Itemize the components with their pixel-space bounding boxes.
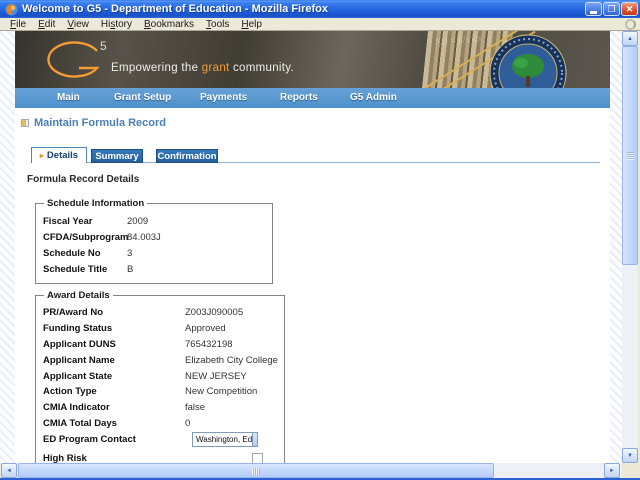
scroll-up-icon[interactable]: ▲ <box>622 31 638 46</box>
field-row: ED Program Contact Washington, Ed <box>42 431 278 447</box>
tab-arrow-icon <box>40 150 47 161</box>
svg-text:5: 5 <box>100 39 107 53</box>
window-title: Welcome to G5 - Department of Education … <box>22 3 328 15</box>
menu-edit[interactable]: Edit <box>32 19 61 30</box>
applicant-duns-value: 765432198 <box>185 339 233 350</box>
action-type-value: New Competition <box>185 386 257 397</box>
chevron-down-icon <box>252 433 258 446</box>
cfda-subprogram-value: 84.003J <box>127 232 161 243</box>
nav-main[interactable]: Main <box>57 92 80 103</box>
schedule-information-legend: Schedule Information <box>44 198 147 209</box>
nav-payments[interactable]: Payments <box>200 92 247 103</box>
menu-help[interactable]: Help <box>235 19 268 30</box>
nav-grant-setup[interactable]: Grant Setup <box>114 92 171 103</box>
field-row: Schedule Title B <box>42 261 266 277</box>
menu-history[interactable]: History <box>95 19 138 30</box>
high-risk-checkbox[interactable] <box>252 453 263 463</box>
page-viewport: f(x) = ∫√x dx 5 Empowering the grant com… <box>0 31 622 463</box>
browser-window: Welcome to G5 - Department of Education … <box>0 0 640 480</box>
menu-bar: File Edit View History Bookmarks Tools H… <box>0 18 640 31</box>
menu-view[interactable]: View <box>61 19 95 30</box>
menu-tools[interactable]: Tools <box>200 19 235 30</box>
horizontal-scrollbar[interactable]: ◄ ► <box>1 463 622 478</box>
field-row: Action Type New Competition <box>42 384 278 400</box>
applicant-name-value: Elizabeth City College <box>185 355 278 366</box>
field-row: Applicant State NEW JERSEY <box>42 368 278 384</box>
record-icon <box>21 119 29 127</box>
menu-file[interactable]: File <box>4 19 32 30</box>
banner-tagline: Empowering the grant community. <box>111 62 294 74</box>
schedule-information-group: Schedule Information Fiscal Year 2009 CF… <box>35 198 273 284</box>
minimize-icon <box>590 11 597 14</box>
field-row: Applicant DUNS 765432198 <box>42 337 278 353</box>
content-area: Maintain Formula Record Details Summary … <box>15 108 610 463</box>
page-title: Maintain Formula Record <box>21 117 166 129</box>
funding-status-value: Approved <box>185 323 226 334</box>
nav-g5-admin[interactable]: G5 Admin <box>350 92 397 103</box>
menu-bookmarks[interactable]: Bookmarks <box>138 19 200 30</box>
award-details-legend: Award Details <box>44 290 113 301</box>
tab-summary[interactable]: Summary <box>91 149 143 163</box>
minimize-button[interactable] <box>585 2 602 16</box>
ed-seal-icon <box>488 33 568 88</box>
field-row: PR/Award No Z003J090005 <box>42 305 278 321</box>
field-row: Fiscal Year 2009 <box>42 213 266 229</box>
field-row: High Risk <box>42 450 278 463</box>
ed-program-contact-select[interactable]: Washington, Ed <box>192 432 258 447</box>
site-container: f(x) = ∫√x dx 5 Empowering the grant com… <box>15 31 610 463</box>
firefox-icon <box>5 3 18 16</box>
g5-banner: f(x) = ∫√x dx 5 Empowering the grant com… <box>15 31 610 88</box>
tab-details[interactable]: Details <box>31 147 87 163</box>
field-row: CFDA/Subprogram 84.003J <box>42 229 266 245</box>
tab-confirmation[interactable]: Confirmation <box>156 149 218 163</box>
title-bar[interactable]: Welcome to G5 - Department of Education … <box>0 0 640 18</box>
g5-logo: 5 <box>45 38 113 82</box>
tab-strip: Details Summary Confirmation <box>31 147 600 163</box>
pr-award-no-value: Z003J090005 <box>185 307 243 318</box>
schedule-title-value: B <box>127 264 133 275</box>
field-row: CMIA Indicator false <box>42 400 278 416</box>
cmia-indicator-value: false <box>185 402 205 413</box>
cmia-total-days-value: 0 <box>185 418 190 429</box>
schedule-no-value: 3 <box>127 248 132 259</box>
nav-reports[interactable]: Reports <box>280 92 318 103</box>
field-row: Funding Status Approved <box>42 321 278 337</box>
section-title: Formula Record Details <box>27 174 139 185</box>
field-row: Schedule No 3 <box>42 245 266 261</box>
maximize-button[interactable] <box>603 2 620 16</box>
close-button[interactable] <box>621 2 638 16</box>
applicant-state-value: NEW JERSEY <box>185 371 247 382</box>
horizontal-scrollbar-thumb[interactable] <box>18 463 494 478</box>
restore-icon <box>607 5 615 14</box>
field-row: Applicant Name Elizabeth City College <box>42 352 278 368</box>
fiscal-year-value: 2009 <box>127 216 148 227</box>
main-navigation: Main Grant Setup Payments Reports G5 Adm… <box>15 88 610 108</box>
award-details-group: Award Details PR/Award No Z003J090005 Fu… <box>35 290 285 463</box>
close-icon <box>626 5 634 14</box>
field-row: CMIA Total Days 0 <box>42 416 278 432</box>
scroll-right-icon[interactable]: ► <box>604 463 620 478</box>
scroll-left-icon[interactable]: ◄ <box>1 463 17 478</box>
vertical-scrollbar-thumb[interactable] <box>622 46 638 265</box>
throbber-icon <box>625 19 636 30</box>
vertical-scrollbar[interactable]: ▲ ▼ <box>622 31 638 463</box>
scroll-down-icon[interactable]: ▼ <box>622 448 638 463</box>
